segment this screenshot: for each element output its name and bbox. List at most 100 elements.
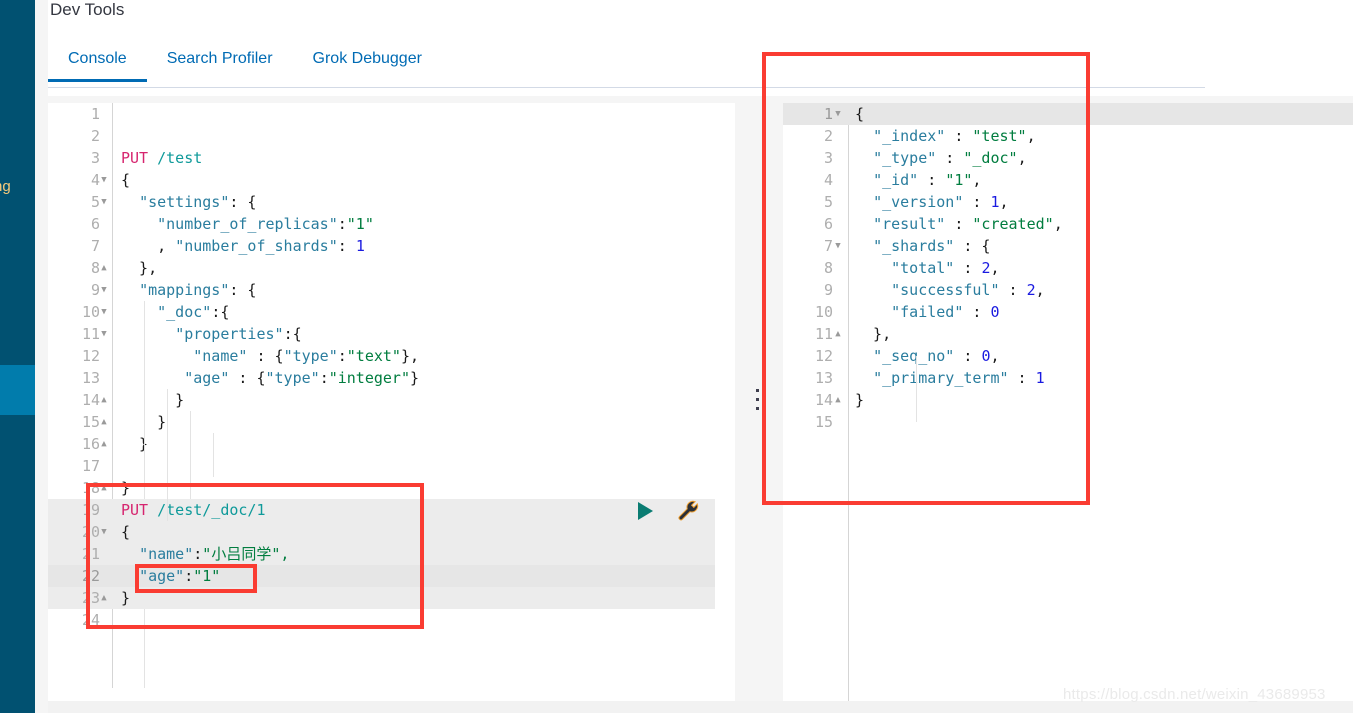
code-line-text: "name" : {"type":"text"},	[193, 347, 420, 365]
chevron-down-icon[interactable]: ▼	[98, 169, 110, 191]
code-line[interactable]: 17	[48, 455, 735, 477]
chevron-down-icon[interactable]: ▼	[832, 235, 844, 257]
code-line[interactable]: 15 ▲ }	[48, 411, 735, 433]
code-line[interactable]: 21 "name":"小吕同学",	[48, 543, 715, 565]
indent-guide	[144, 301, 145, 499]
code-line-text: "total" : 2,	[891, 259, 1000, 277]
code-line[interactable]: 13 "age" : {"type":"integer"}	[48, 367, 735, 389]
play-icon[interactable]	[638, 502, 653, 520]
line-number: 10	[814, 303, 833, 321]
indent-guide	[167, 389, 168, 521]
code-line-text: "_shards" : {	[873, 237, 991, 255]
code-line[interactable]: 3 PUT /test	[48, 147, 735, 169]
code-line[interactable]: 6 "result" : "created",	[783, 213, 1353, 235]
code-line[interactable]: 2 "_index" : "test",	[783, 125, 1353, 147]
code-line[interactable]: 16 ▲ }	[48, 433, 735, 455]
line-number: 6	[90, 215, 100, 233]
response-pane[interactable]: 1 ▼{2 "_index" : "test", 3 "_type" : "_doc…	[735, 96, 1353, 713]
code-line-text: "age":"1"	[139, 567, 221, 585]
tabs-container: Console Search Profiler Grok Debugger	[48, 40, 442, 82]
chevron-up-icon[interactable]: ▲	[98, 389, 110, 411]
code-line[interactable]: 23 ▲}	[48, 587, 715, 609]
response-code-area[interactable]: 1 ▼{2 "_index" : "test", 3 "_type" : "_doc…	[783, 103, 1353, 433]
code-line-text: }	[855, 391, 865, 409]
chevron-up-icon[interactable]: ▲	[832, 389, 844, 411]
code-line[interactable]: 5 ▼ "settings": {	[48, 191, 735, 213]
code-line[interactable]: 1 ▼ {	[783, 103, 1353, 125]
line-number: 24	[81, 611, 100, 629]
chevron-down-icon[interactable]: ▼	[832, 103, 844, 125]
code-line-text: "_index" : "test",	[873, 127, 1036, 145]
tab-grok-debugger[interactable]: Grok Debugger	[293, 40, 442, 82]
code-line[interactable]: 2	[48, 125, 735, 147]
code-line[interactable]: 14 ▲ }	[48, 389, 735, 411]
request-code-area[interactable]: 1 2 3 PUT /test 4 ▼{5 ▼ "settings": {6 "number…	[48, 103, 735, 631]
code-line-text: "_version" : 1,	[873, 193, 1009, 211]
code-line[interactable]: 4 ▼ {	[48, 169, 735, 191]
code-line-text: "failed" : 0	[891, 303, 1000, 321]
code-line[interactable]: 12 "name" : {"type":"text"},	[48, 345, 735, 367]
code-line-text: {	[121, 523, 131, 541]
indent-guide	[213, 433, 214, 477]
drag-handle-icon[interactable]	[756, 389, 760, 416]
line-number: 13	[814, 369, 833, 387]
line-number: 11	[81, 325, 100, 343]
code-line[interactable]: 19 PUT /test/_doc/1	[48, 499, 715, 521]
code-line[interactable]: 18 ▲}	[48, 477, 735, 499]
chevron-up-icon[interactable]: ▲	[98, 257, 110, 279]
line-number: 20	[81, 523, 100, 541]
nav-rail-active-segment[interactable]	[0, 365, 35, 415]
code-line[interactable]: 7 ▼ "_shards" : {	[783, 235, 1353, 257]
code-line[interactable]: 3 "_type" : "_doc",	[783, 147, 1353, 169]
code-line[interactable]: 6 "number_of_replicas":"1"	[48, 213, 735, 235]
code-line-text: , "number_of_shards": 1	[121, 237, 365, 255]
code-line[interactable]: 12 "_seq_no" : 0,	[783, 345, 1353, 367]
line-number: 6	[823, 215, 833, 233]
code-line[interactable]: 24	[48, 609, 735, 631]
chevron-down-icon[interactable]: ▼	[98, 301, 110, 323]
line-number: 22	[81, 567, 100, 585]
global-nav-rail[interactable]: ng	[0, 0, 35, 713]
code-line[interactable]: 11 ▼ "properties":{	[48, 323, 735, 345]
code-line[interactable]: 7 , "number_of_shards": 1	[48, 235, 735, 257]
line-number: 8	[90, 259, 100, 277]
code-line[interactable]: 8 "total" : 2,	[783, 257, 1353, 279]
chevron-down-icon[interactable]: ▼	[98, 521, 110, 543]
code-line-text: "settings": {	[139, 193, 257, 211]
code-line[interactable]: 5 "_version" : 1,	[783, 191, 1353, 213]
chevron-down-icon[interactable]: ▼	[98, 279, 110, 301]
code-line[interactable]: 15	[783, 411, 1353, 433]
code-line[interactable]: 10 ▼ "_doc":{	[48, 301, 735, 323]
code-line-text: "_primary_term" : 1	[873, 369, 1045, 387]
code-line[interactable]: 20 ▼ {	[48, 521, 715, 543]
chevron-up-icon[interactable]: ▲	[98, 477, 110, 499]
request-pane[interactable]: 1 2 3 PUT /test 4 ▼{5 ▼ "settings": {6 "number…	[48, 96, 735, 713]
chevron-up-icon[interactable]: ▲	[98, 587, 110, 609]
code-line[interactable]: 9 "successful" : 2,	[783, 279, 1353, 301]
code-line-text: "_type" : "_doc",	[873, 149, 1027, 167]
code-line[interactable]: 9 ▼ "mappings": {	[48, 279, 735, 301]
line-number: 9	[90, 281, 100, 299]
tab-console[interactable]: Console	[48, 40, 147, 82]
tab-bar-underline	[48, 87, 1205, 88]
chevron-down-icon[interactable]: ▼	[98, 191, 110, 213]
code-line[interactable]: 8 ▲ },	[48, 257, 735, 279]
code-line[interactable]: 10 "failed" : 0	[783, 301, 1353, 323]
tab-search-profiler[interactable]: Search Profiler	[147, 40, 293, 82]
wrench-icon[interactable]	[676, 499, 700, 523]
code-line[interactable]: 1	[48, 103, 735, 125]
chevron-up-icon[interactable]: ▲	[98, 433, 110, 455]
chevron-up-icon[interactable]: ▲	[98, 411, 110, 433]
line-number: 14	[814, 391, 833, 409]
code-line-text: "name":"小吕同学",	[139, 545, 290, 563]
code-line[interactable]: 11 ▲ },	[783, 323, 1353, 345]
code-line-text: PUT /test	[121, 149, 203, 167]
code-line[interactable]: 14 ▲}	[783, 389, 1353, 411]
pane-splitter[interactable]	[735, 96, 783, 713]
line-number: 9	[823, 281, 833, 299]
code-line[interactable]: 4 "_id" : "1",	[783, 169, 1353, 191]
code-line[interactable]: 13 "_primary_term" : 1	[783, 367, 1353, 389]
chevron-down-icon[interactable]: ▼	[98, 323, 110, 345]
chevron-up-icon[interactable]: ▲	[832, 323, 844, 345]
code-line[interactable]: 22 "age":"1"	[48, 565, 715, 587]
